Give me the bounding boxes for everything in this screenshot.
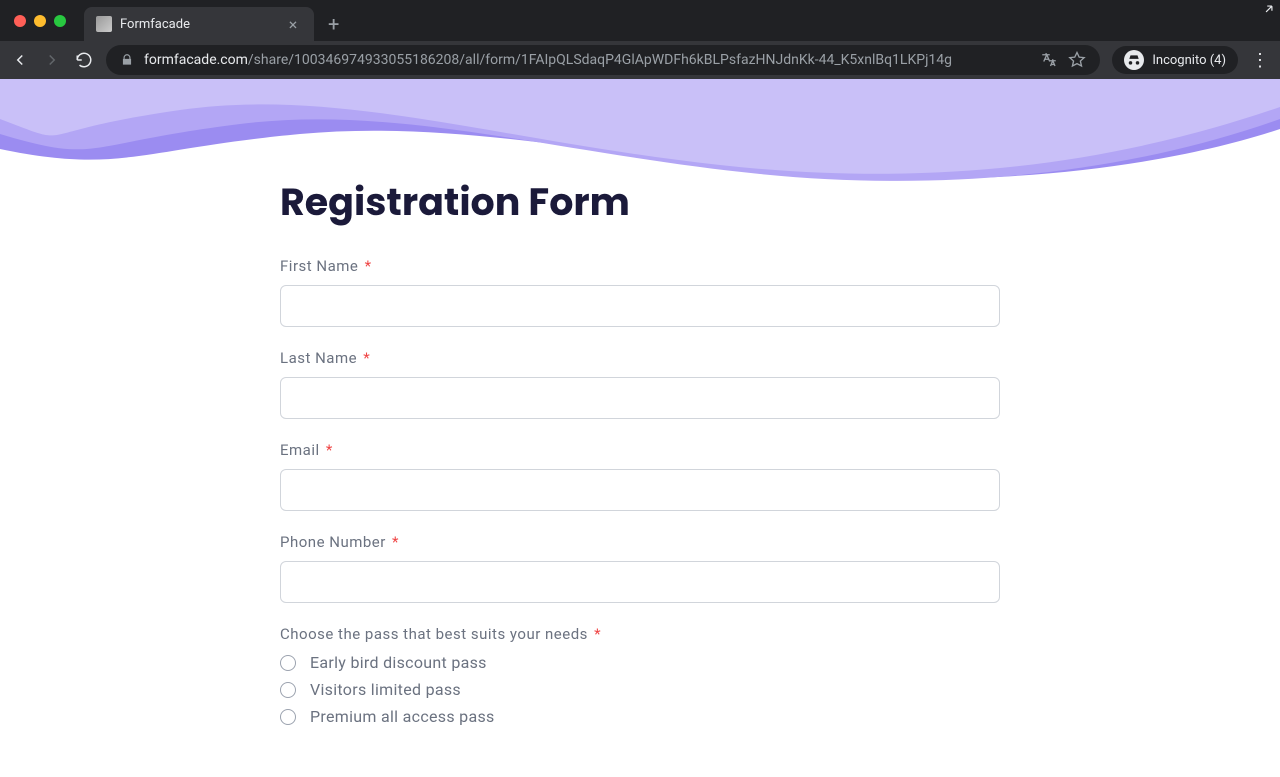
expand-window-icon[interactable] — [1262, 2, 1276, 19]
browser-toolbar: formfacade.com/share/1003469749330551862… — [0, 41, 1280, 79]
phone-label: Phone Number * — [280, 533, 1000, 551]
last-name-label: Last Name * — [280, 349, 1000, 367]
first-name-input[interactable] — [280, 285, 1000, 327]
phone-field: Phone Number * — [280, 533, 1000, 603]
window-minimize-icon[interactable] — [34, 15, 46, 27]
email-field: Email * — [280, 441, 1000, 511]
reload-button[interactable] — [74, 50, 94, 70]
pass-choice-label: Choose the pass that best suits your nee… — [280, 625, 1000, 643]
new-tab-button[interactable]: + — [328, 12, 339, 36]
back-button[interactable] — [10, 50, 30, 70]
tab-favicon-icon — [96, 16, 112, 32]
radio-icon — [280, 655, 296, 671]
required-mark: * — [322, 441, 333, 459]
lock-icon — [120, 53, 134, 67]
incognito-label: Incognito (4) — [1152, 53, 1226, 68]
radio-icon — [280, 682, 296, 698]
radio-label: Premium all access pass — [310, 707, 495, 726]
email-input[interactable] — [280, 469, 1000, 511]
phone-input[interactable] — [280, 561, 1000, 603]
window-maximize-icon[interactable] — [54, 15, 66, 27]
star-icon[interactable] — [1068, 51, 1086, 69]
translate-icon[interactable] — [1040, 51, 1058, 69]
incognito-icon — [1124, 50, 1144, 70]
required-mark: * — [360, 257, 371, 275]
url-path: /share/100346974933055186208/all/form/1F… — [248, 52, 952, 68]
address-bar[interactable]: formfacade.com/share/1003469749330551862… — [106, 45, 1100, 75]
tab-close-icon[interactable]: × — [284, 15, 302, 34]
form-title: Registration Form — [280, 174, 1000, 231]
url-text: formfacade.com/share/1003469749330551862… — [144, 52, 1030, 68]
tab-strip: Formfacade × + — [0, 0, 1280, 41]
last-name-input[interactable] — [280, 377, 1000, 419]
pass-option-visitors[interactable]: Visitors limited pass — [280, 680, 1000, 699]
forward-button[interactable] — [42, 50, 62, 70]
window-close-icon[interactable] — [14, 15, 26, 27]
browser-chrome: Formfacade × + formfacade.com/share/1003… — [0, 0, 1280, 79]
tab-title: Formfacade — [120, 17, 276, 32]
radio-label: Early bird discount pass — [310, 653, 487, 672]
pass-option-premium[interactable]: Premium all access pass — [280, 707, 1000, 726]
registration-form: Registration Form First Name * Last Name… — [280, 79, 1000, 777]
pass-radio-group: Early bird discount pass Visitors limite… — [280, 653, 1000, 726]
first-name-field: First Name * — [280, 257, 1000, 327]
email-label: Email * — [280, 441, 1000, 459]
pass-choice-field: Choose the pass that best suits your nee… — [280, 625, 1000, 726]
menu-button[interactable]: ⋮ — [1250, 50, 1270, 71]
incognito-badge[interactable]: Incognito (4) — [1112, 46, 1238, 74]
required-mark: * — [590, 625, 601, 643]
first-name-label: First Name * — [280, 257, 1000, 275]
pass-option-early-bird[interactable]: Early bird discount pass — [280, 653, 1000, 672]
radio-icon — [280, 709, 296, 725]
radio-label: Visitors limited pass — [310, 680, 461, 699]
page-content: Registration Form First Name * Last Name… — [0, 79, 1280, 777]
last-name-field: Last Name * — [280, 349, 1000, 419]
window-controls — [14, 15, 66, 27]
required-mark: * — [388, 533, 399, 551]
url-domain: formfacade.com — [144, 52, 248, 68]
required-mark: * — [359, 349, 370, 367]
browser-tab[interactable]: Formfacade × — [84, 7, 314, 41]
